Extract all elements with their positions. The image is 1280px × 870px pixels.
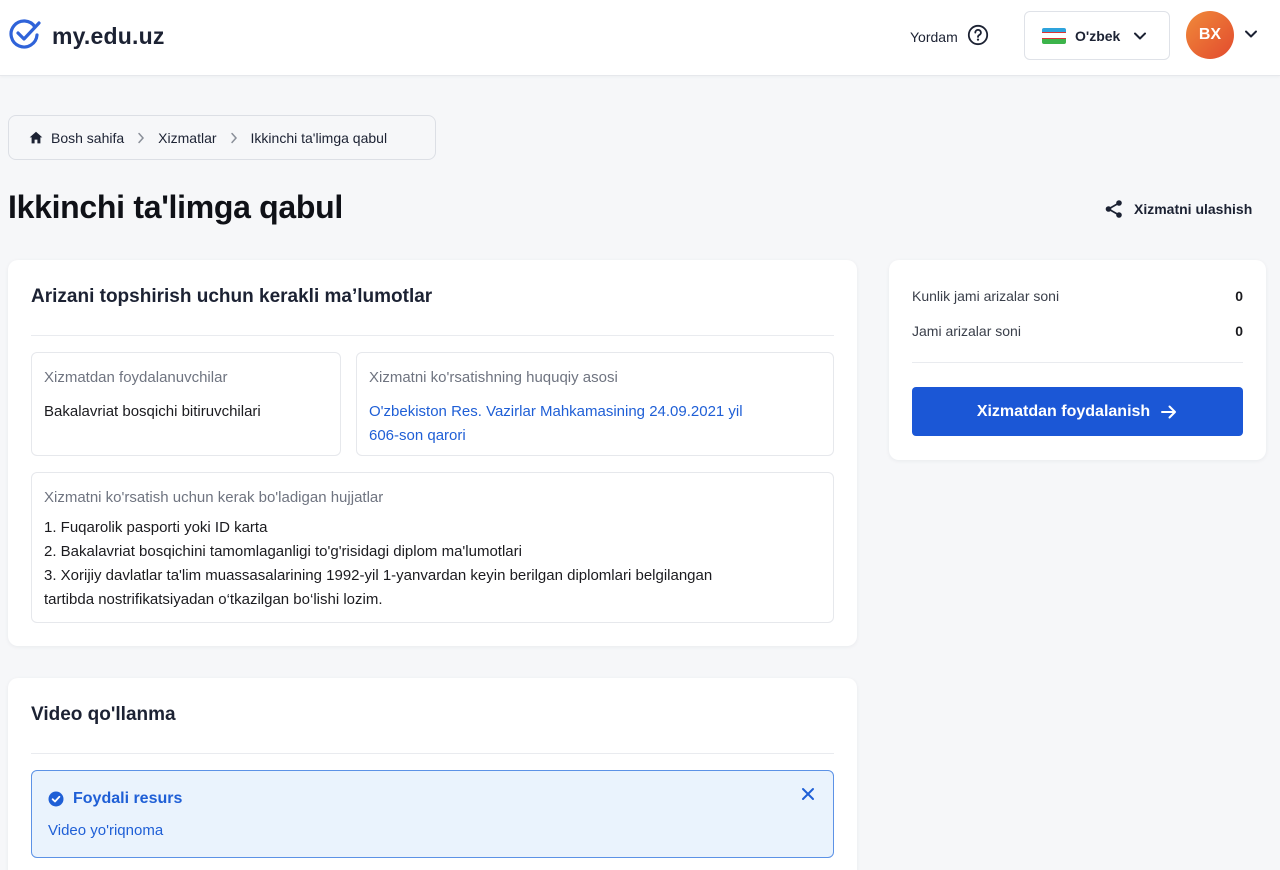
breadcrumb-current-label: Ikkinchi ta'limga qabul [250, 129, 388, 146]
share-label: Xizmatni ulashish [1134, 201, 1253, 217]
beneficiaries-value: Bakalavriat bosqichi bitiruvchilari [44, 403, 261, 420]
breadcrumb-current: Ikkinchi ta'limga qabul [251, 130, 388, 146]
video-guide-title: Video qo'llanma [31, 704, 176, 725]
beneficiaries-box: Xizmatdan foydalanuvchilar Bakalavriat b… [31, 352, 341, 456]
check-circle-icon [8, 18, 42, 55]
beneficiaries-label: Xizmatdan foydalanuvchilar [44, 369, 228, 386]
check-circle-filled-icon [48, 791, 64, 807]
chevron-right-icon [230, 132, 238, 144]
divider [31, 753, 834, 754]
language-label: O'zbek [1075, 27, 1121, 44]
home-icon [29, 131, 43, 144]
documents-box: Xizmatni ko'rsatish uchun kerak bo'ladig… [31, 472, 834, 623]
daily-applications-label: Kunlik jami arizalar soni [912, 288, 1060, 304]
total-applications-label: Jami arizalar soni [912, 323, 1021, 339]
documents-label: Xizmatni ko'rsatish uchun kerak bo'ladig… [44, 489, 384, 506]
logo[interactable]: my.edu.uz [8, 18, 165, 55]
breadcrumb-home-label: Bosh sahifa [51, 129, 125, 146]
language-select[interactable]: O'zbek [1024, 11, 1170, 60]
daily-applications-stat: Kunlik jami arizalar soni 0 [912, 288, 1243, 304]
breadcrumb-home[interactable]: Bosh sahifa [29, 130, 124, 146]
list-item: 2. Bakalavriat bosqichini tamomlaganligi… [44, 543, 522, 560]
breadcrumb-services-label: Xizmatlar [158, 129, 217, 146]
video-instruction-link[interactable]: Video yo'riqnoma [48, 822, 163, 839]
chevron-down-icon[interactable] [1244, 26, 1258, 44]
uzbekistan-flag-icon [1042, 27, 1066, 44]
chevron-right-icon [137, 132, 145, 144]
list-item: 3. Xorijiy davlatlar ta'lim muassasalari… [44, 567, 713, 584]
divider [912, 362, 1243, 363]
legal-basis-line: O'zbekiston Res. Vazirlar Mahkamasining … [369, 403, 743, 420]
divider [31, 335, 834, 336]
list-item: tartibda nostrifikatsiyadan o‘tkazilgan … [44, 591, 383, 608]
share-button[interactable]: Xizmatni ulashish [1104, 199, 1252, 219]
list-item: 1. Fuqarolik pasporti yoki ID karta [44, 519, 268, 536]
useful-resource-alert: Foydali resurs Video yo'riqnoma [31, 770, 834, 858]
close-icon[interactable] [801, 787, 815, 806]
help-link[interactable]: Yordam [910, 24, 989, 49]
requirements-card: Arizani topshirish uchun kerakli ma’lumo… [8, 260, 857, 646]
share-icon [1104, 199, 1124, 219]
breadcrumb-services[interactable]: Xizmatlar [158, 130, 216, 146]
legal-basis-box: Xizmatni ko'rsatishning huquqiy asosi O'… [356, 352, 834, 456]
alert-title-label: Foydali resurs [73, 790, 183, 807]
total-applications-value: 0 [1235, 323, 1243, 339]
requirements-card-title: Arizani topshirish uchun kerakli ma’lumo… [31, 286, 433, 307]
question-circle-icon [967, 24, 989, 49]
use-service-button[interactable]: Xizmatdan foydalanish [912, 387, 1243, 436]
avatar[interactable]: BX [1186, 11, 1234, 59]
legal-basis-label: Xizmatni ko'rsatishning huquqiy asosi [369, 369, 618, 386]
stats-card: Kunlik jami arizalar soni 0 Jami arizala… [889, 260, 1266, 460]
total-applications-stat: Jami arizalar soni 0 [912, 323, 1243, 339]
arrow-right-icon [1160, 404, 1178, 420]
daily-applications-value: 0 [1235, 288, 1243, 304]
help-label: Yordam [910, 28, 958, 45]
logo-text: my.edu.uz [52, 22, 165, 49]
documents-list: 1. Fuqarolik pasporti yoki ID karta 2. B… [44, 516, 813, 612]
alert-title: Foydali resurs [48, 790, 182, 808]
top-header: my.edu.uz Yordam O'zbek BX [0, 0, 1280, 76]
legal-basis-link[interactable]: O'zbekiston Res. Vazirlar Mahkamasining … [369, 400, 743, 448]
breadcrumb: Bosh sahifa Xizmatlar Ikkinchi ta'limga … [8, 115, 436, 160]
chevron-down-icon [1133, 31, 1147, 41]
page-title: Ikkinchi ta'limga qabul [8, 189, 344, 225]
use-service-label: Xizmatdan foydalanish [976, 402, 1151, 420]
video-guide-card: Video qo'llanma Foydali resurs Video yo'… [8, 678, 857, 870]
legal-basis-line: 606-son qarori [369, 427, 466, 444]
